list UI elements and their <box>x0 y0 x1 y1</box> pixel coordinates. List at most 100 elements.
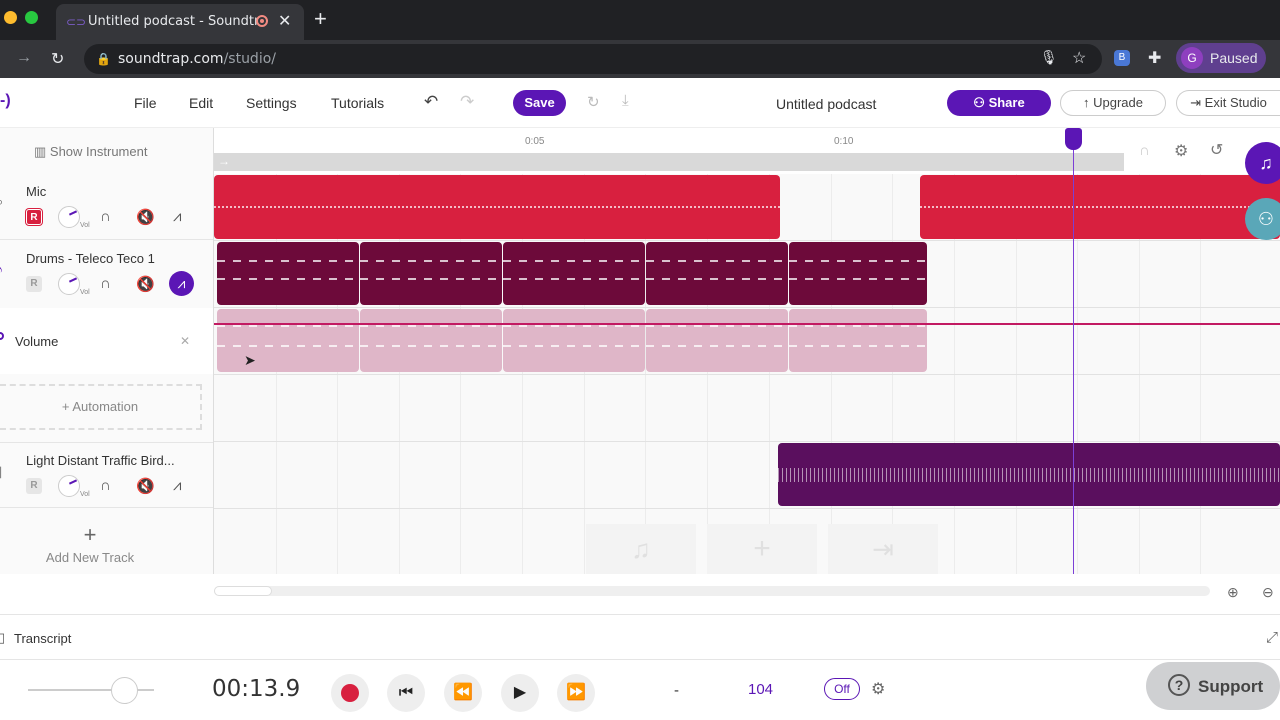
audio-clip-mic[interactable] <box>214 175 780 239</box>
minimize-window-button[interactable] <box>4 11 17 24</box>
undo-icon[interactable]: ↶ <box>424 92 438 112</box>
zoom-in-icon[interactable]: ⊕ <box>1227 584 1239 601</box>
zoom-out-icon[interactable]: ⊖ <box>1262 584 1274 601</box>
waveform <box>778 467 1280 482</box>
drum-clip[interactable] <box>503 242 645 305</box>
download-icon[interactable]: ⤓ <box>622 92 629 109</box>
tempo-display[interactable]: 104 <box>748 681 773 698</box>
show-instrument-button[interactable]: ▥ Show Instrument <box>34 144 147 160</box>
effects-icon[interactable]: ⩘ <box>173 477 181 494</box>
headphones-icon[interactable]: ∩ <box>100 208 111 225</box>
exit-studio-button[interactable]: ⇥ Exit Studio <box>1176 90 1280 116</box>
track-header-traffic[interactable]: ⫼ Light Distant Traffic Bird... R Vol ∩ … <box>0 442 213 508</box>
key-display[interactable]: - <box>674 682 679 699</box>
automation-clip[interactable] <box>360 309 502 372</box>
profile-button[interactable]: G Paused <box>1176 43 1266 73</box>
microphone-icon[interactable]: 🎙 <box>1040 49 1058 66</box>
scrollbar-thumb[interactable] <box>214 586 272 596</box>
record-arm-button[interactable]: R <box>26 478 42 494</box>
automation-clip[interactable] <box>789 309 927 372</box>
drum-clip[interactable] <box>217 242 359 305</box>
mute-icon[interactable]: 🔇 <box>136 275 155 293</box>
import-placeholder-icon[interactable]: ⇥ <box>828 524 938 574</box>
add-instrument-placeholder-icon[interactable]: ♫ <box>586 524 696 574</box>
add-track-placeholder-icon[interactable]: + <box>707 524 817 574</box>
new-tab-button[interactable]: + <box>314 8 327 30</box>
volume-automation-line[interactable] <box>214 323 1280 325</box>
track-name[interactable]: Light Distant Traffic Bird... <box>26 453 175 468</box>
rewind-button[interactable]: ⏪ <box>444 674 482 712</box>
drum-clip[interactable] <box>646 242 788 305</box>
project-title[interactable]: Untitled podcast <box>776 96 876 112</box>
bookmark-star-icon[interactable]: ☆ <box>1072 48 1086 68</box>
headphones-icon[interactable]: ∩ <box>100 275 111 292</box>
track-name[interactable]: Mic <box>26 184 46 199</box>
audio-clip-traffic[interactable] <box>778 443 1280 506</box>
waveform <box>920 206 1280 208</box>
magnet-snap-icon[interactable]: ∩ <box>1139 142 1150 159</box>
extension-badge-icon[interactable]: B <box>1114 50 1130 66</box>
menu-file[interactable]: File <box>134 95 157 111</box>
mute-icon[interactable]: 🔇 <box>136 477 155 495</box>
audio-clip-mic[interactable] <box>920 175 1280 239</box>
skip-to-start-button[interactable]: ⏮ <box>387 674 425 712</box>
drum-clip[interactable] <box>360 242 502 305</box>
drum-clip[interactable] <box>789 242 927 305</box>
music-fab-icon[interactable]: ♫ <box>1245 142 1280 184</box>
address-bar[interactable]: 🔒 soundtrap.com/studio/ <box>84 44 1102 74</box>
add-new-track-button[interactable]: + Add New Track <box>40 524 140 566</box>
record-button[interactable] <box>331 674 369 712</box>
timeline-settings-icon[interactable]: ⚙ <box>1174 141 1188 161</box>
transcript-label[interactable]: Transcript <box>14 631 71 646</box>
time-display[interactable]: 00:13.9 <box>212 676 300 702</box>
share-button[interactable]: ⚇ Share <box>947 90 1051 116</box>
effects-icon[interactable]: ⩘ <box>173 208 181 225</box>
headphones-icon[interactable]: ∩ <box>100 477 111 494</box>
maximize-window-button[interactable] <box>25 11 38 24</box>
sync-icon[interactable]: ↻ <box>587 93 600 111</box>
upgrade-button[interactable]: ↑ Upgrade <box>1060 90 1166 116</box>
effects-active-icon[interactable]: ⩘ <box>169 271 194 296</box>
menu-edit[interactable]: Edit <box>189 95 213 111</box>
automation-clip[interactable] <box>217 309 359 372</box>
mute-icon[interactable]: 🔇 <box>136 208 155 226</box>
volume-knob[interactable] <box>58 475 80 497</box>
save-button[interactable]: Save <box>513 90 566 116</box>
support-button[interactable]: ? Support <box>1146 662 1280 710</box>
automation-clip[interactable] <box>646 309 788 372</box>
menu-tutorials[interactable]: Tutorials <box>331 95 384 111</box>
record-arm-button[interactable]: R <box>26 209 42 225</box>
track-header-mic[interactable]: ⌕ Mic R Vol ∩ 🔇 ⩘ <box>0 174 213 240</box>
track-header-drums[interactable]: ♪ Drums - Teleco Teco 1 R Vol ∩ 🔇 ⩘ <box>0 241 213 307</box>
record-arm-button[interactable]: R <box>26 276 42 292</box>
metronome-toggle[interactable]: Off <box>824 678 860 700</box>
close-automation-icon[interactable]: ✕ <box>180 334 190 348</box>
extensions-puzzle-icon[interactable]: ✚ <box>1148 48 1161 68</box>
browser-tab[interactable]: ⊂⊃ Untitled podcast - Soundtrap ✕ <box>56 4 304 40</box>
transcript-bar[interactable]: ▯ Transcript ⤢ <box>0 614 1280 660</box>
automation-clip[interactable] <box>503 309 645 372</box>
loop-toggle-icon[interactable]: ↺ <box>1210 140 1223 160</box>
playhead-handle[interactable] <box>1065 128 1082 150</box>
reload-icon[interactable]: ↻ <box>51 49 64 69</box>
volume-knob[interactable] <box>58 206 80 228</box>
soundtrap-logo-icon[interactable]: -) <box>0 92 11 110</box>
metronome-settings-icon[interactable]: ⚙ <box>871 679 885 699</box>
menu-settings[interactable]: Settings <box>246 95 297 111</box>
tab-close-icon[interactable]: ✕ <box>278 11 291 31</box>
automation-parameter[interactable]: Volume <box>15 334 58 349</box>
add-automation-button[interactable]: + Automation <box>0 384 202 430</box>
speaker-icon: ) <box>0 680 1 696</box>
redo-icon[interactable]: ↷ <box>460 92 474 112</box>
track-name[interactable]: Drums - Teleco Teco 1 <box>26 251 155 266</box>
fast-forward-button[interactable]: ⏩ <box>557 674 595 712</box>
horizontal-scrollbar[interactable] <box>214 586 1210 596</box>
play-button[interactable]: ▶ <box>501 674 539 712</box>
forward-icon[interactable]: → <box>16 49 32 67</box>
loop-region-bar[interactable]: → <box>214 153 1124 171</box>
volume-knob[interactable] <box>58 273 80 295</box>
collaborators-fab-icon[interactable]: ⚇ <box>1245 198 1280 240</box>
expand-icon[interactable]: ⤢ <box>1266 629 1278 646</box>
master-volume-thumb[interactable] <box>111 677 138 704</box>
browser-tab-bar: ⊂⊃ Untitled podcast - Soundtrap ✕ + <box>0 0 1280 40</box>
